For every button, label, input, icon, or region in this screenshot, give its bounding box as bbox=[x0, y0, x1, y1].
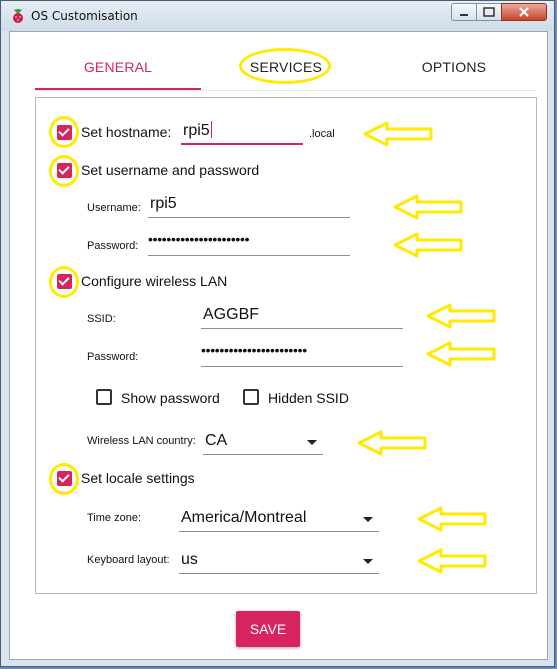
hidden-ssid-checkbox[interactable] bbox=[243, 389, 259, 405]
hostname-suffix: .local bbox=[309, 128, 335, 140]
title-bar: OS Customisation bbox=[1, 1, 554, 31]
timezone-select[interactable]: America/Montreal bbox=[179, 507, 379, 532]
hostname-input[interactable]: rpi5 bbox=[181, 119, 303, 145]
annotation-arrow-icon bbox=[426, 303, 496, 329]
annotation-circle bbox=[49, 155, 79, 187]
tab-options[interactable]: OPTIONS bbox=[371, 59, 537, 79]
save-button[interactable]: SAVE bbox=[236, 611, 300, 647]
maximize-button[interactable] bbox=[476, 3, 502, 21]
minimize-button[interactable] bbox=[451, 3, 477, 21]
annotation-arrow-icon bbox=[417, 548, 487, 574]
wifi-password-value: ••••••••••••••••••••••• bbox=[201, 342, 307, 358]
annotation-arrow-icon bbox=[393, 194, 463, 220]
user-password-input[interactable]: •••••••••••••••••••••• bbox=[148, 231, 350, 256]
chevron-down-icon bbox=[307, 440, 317, 445]
country-value: CA bbox=[205, 432, 228, 449]
annotation-circle bbox=[49, 116, 79, 148]
hidden-ssid-label: Hidden SSID bbox=[268, 390, 349, 406]
minimize-icon bbox=[460, 14, 468, 16]
close-button[interactable] bbox=[501, 3, 547, 21]
show-password-checkbox[interactable] bbox=[96, 389, 112, 405]
country-label: Wireless LAN country: bbox=[87, 435, 196, 447]
annotation-arrow-icon bbox=[357, 430, 427, 456]
annotation-ellipse bbox=[239, 48, 331, 84]
annotation-circle bbox=[49, 266, 79, 298]
country-select[interactable]: CA bbox=[203, 430, 323, 455]
window-title: OS Customisation bbox=[31, 9, 138, 23]
hostname-text: rpi5 bbox=[183, 122, 210, 139]
annotation-arrow-icon bbox=[393, 232, 463, 258]
annotation-arrow-icon bbox=[363, 121, 433, 147]
wifi-label: Configure wireless LAN bbox=[81, 273, 228, 289]
hostname-value: rpi5 bbox=[183, 121, 212, 140]
wifi-password-input[interactable]: ••••••••••••••••••••••• bbox=[201, 342, 403, 367]
username-value: rpi5 bbox=[150, 195, 177, 212]
ssid-label: SSID: bbox=[87, 313, 116, 325]
keyboard-value: us bbox=[181, 551, 198, 568]
keyboard-label: Keyboard layout: bbox=[87, 554, 170, 566]
keyboard-select[interactable]: us bbox=[179, 549, 379, 574]
show-password-label: Show password bbox=[121, 390, 220, 406]
user-password-label: Password: bbox=[87, 240, 139, 252]
user-password-value: •••••••••••••••••••••• bbox=[148, 231, 250, 247]
annotation-arrow-icon bbox=[417, 506, 487, 532]
text-cursor bbox=[210, 121, 212, 138]
raspberry-pi-icon bbox=[13, 9, 23, 23]
chevron-down-icon bbox=[363, 517, 373, 522]
tabs-divider bbox=[35, 90, 537, 91]
ssid-value: AGGBF bbox=[203, 306, 260, 323]
username-input[interactable]: rpi5 bbox=[148, 193, 350, 218]
ssid-input[interactable]: AGGBF bbox=[201, 304, 403, 329]
os-customisation-window: OS Customisation GENERAL SERVICES OPTION… bbox=[0, 0, 555, 667]
timezone-label: Time zone: bbox=[87, 512, 142, 524]
timezone-value: America/Montreal bbox=[181, 509, 307, 526]
chevron-down-icon bbox=[363, 559, 373, 564]
annotation-arrow-icon bbox=[426, 341, 496, 367]
tab-general[interactable]: GENERAL bbox=[35, 59, 201, 79]
close-icon bbox=[519, 7, 529, 17]
annotation-circle bbox=[49, 463, 79, 495]
wifi-password-label: Password: bbox=[87, 351, 139, 363]
user-label: Set username and password bbox=[81, 162, 260, 178]
maximize-icon bbox=[483, 7, 495, 17]
hostname-label: Set hostname: bbox=[81, 124, 172, 140]
locale-label: Set locale settings bbox=[81, 470, 195, 486]
username-label: Username: bbox=[87, 202, 141, 214]
